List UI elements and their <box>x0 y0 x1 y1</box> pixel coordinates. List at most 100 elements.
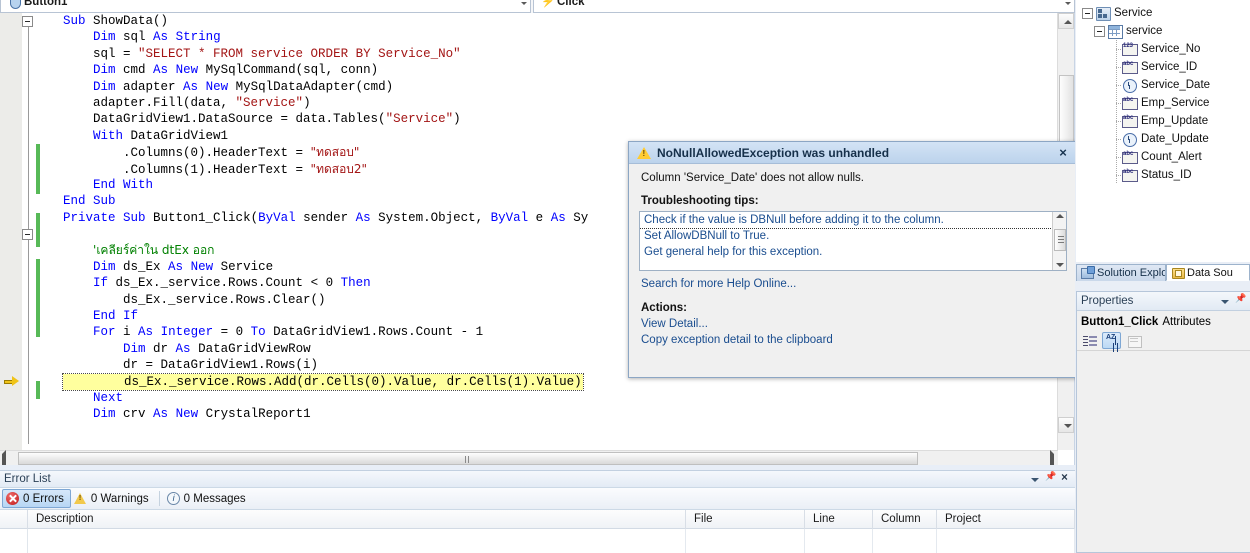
tree-expander-icon[interactable] <box>1082 7 1093 19</box>
panel-menu-icon[interactable] <box>1028 472 1041 486</box>
data-sources-tree[interactable]: Service service Service_No Service_ID Servic… <box>1076 0 1250 262</box>
table-row[interactable] <box>28 529 686 553</box>
pin-icon[interactable] <box>1043 471 1056 486</box>
tree-node[interactable]: Count_Alert <box>1076 148 1250 166</box>
chevron-down-icon[interactable] <box>1065 2 1071 5</box>
tip-link-2[interactable]: Get general help for this exception. <box>640 244 1066 260</box>
scroll-left-button[interactable] <box>2 450 6 465</box>
tree-node[interactable]: Service <box>1076 4 1250 22</box>
scroll-down-button[interactable] <box>1058 417 1074 433</box>
tree-node-label: service <box>1126 25 1163 37</box>
alphabetical-button[interactable] <box>1102 332 1121 349</box>
property-pages-button[interactable] <box>1124 332 1143 349</box>
tips-scroll-thumb[interactable] <box>1054 229 1066 251</box>
tree-node[interactable]: Emp_Update <box>1076 112 1250 130</box>
code-token: i <box>115 325 139 340</box>
tree-node[interactable]: Service_Date <box>1076 76 1250 94</box>
event-combo-value: Click <box>557 0 585 8</box>
table-row[interactable] <box>805 529 873 553</box>
warning-icon <box>73 492 87 505</box>
tree-node[interactable]: Date_Update <box>1076 130 1250 148</box>
data-sources-icon <box>1171 267 1185 279</box>
code-token: End <box>63 194 86 209</box>
object-combo-box[interactable]: Button1 <box>0 0 531 13</box>
tab-solution-explorer[interactable]: Solution Explo... <box>1076 264 1166 281</box>
code-token: ds_Ex._service.Rows.Clear() <box>123 292 326 307</box>
chevron-down-icon[interactable] <box>521 2 527 5</box>
code-token: Dim <box>93 79 116 94</box>
column-header-file[interactable]: File <box>686 509 805 529</box>
code-line[interactable]: Dim cmd As New MySqlCommand(sql, conn) <box>43 62 1074 78</box>
code-line[interactable]: sql = "SELECT * FROM service ORDER BY Se… <box>43 46 1074 62</box>
horizontal-scroll-thumb[interactable] <box>18 452 918 465</box>
tree-node[interactable]: Service_No <box>1076 40 1250 58</box>
outline-collapse-showdata[interactable] <box>22 16 33 27</box>
scroll-down-button[interactable] <box>1056 263 1064 267</box>
tree-connector <box>1112 94 1122 112</box>
search-help-online-link[interactable]: Search for more Help Online... <box>641 278 796 290</box>
close-icon[interactable]: × <box>1058 472 1071 486</box>
outline-collapse-buttonclick[interactable] <box>22 229 33 240</box>
view-detail-link[interactable]: View Detail... <box>629 317 1077 333</box>
table-row[interactable] <box>873 529 937 553</box>
code-line[interactable]: DataGridView1.DataSource = data.Tables("… <box>43 111 1074 127</box>
code-line[interactable]: Sub ShowData() <box>43 13 1074 29</box>
tips-scrollbar[interactable] <box>1052 212 1066 270</box>
code-line[interactable]: Dim crv As New CrystalReport1 <box>43 406 1074 422</box>
table-row[interactable] <box>937 529 1075 553</box>
properties-grid[interactable] <box>1077 370 1250 552</box>
errors-filter-button[interactable]: 0 Errors <box>2 489 71 508</box>
messages-filter-button[interactable]: 0 Messages <box>164 489 252 508</box>
panel-menu-icon[interactable] <box>1218 294 1231 308</box>
column-header-project[interactable]: Project <box>937 509 1075 529</box>
table-row[interactable] <box>686 529 805 553</box>
tab-data-sources[interactable]: Data Sou <box>1166 264 1250 281</box>
code-token: Dim <box>93 259 116 274</box>
code-token: ds_Ex._service.Rows.Count < 0 <box>108 276 341 291</box>
column-header-column[interactable]: Column <box>873 509 937 529</box>
code-token: If <box>123 309 139 324</box>
tree-node[interactable]: Service_ID <box>1076 58 1250 76</box>
code-line[interactable]: Dim adapter As New MySqlDataAdapter(cmd) <box>43 79 1074 95</box>
warning-icon <box>637 146 651 160</box>
properties-panel: Properties Button1_Click Attributes <box>1076 291 1250 553</box>
scroll-up-button[interactable] <box>1056 214 1064 218</box>
tree-node[interactable]: Status_ID <box>1076 166 1250 184</box>
outlining-margin[interactable] <box>22 13 35 450</box>
editor-horizontal-scrollbar[interactable] <box>0 450 1058 465</box>
tree-expander-icon[interactable] <box>1094 25 1105 37</box>
scroll-up-button[interactable] <box>1058 13 1074 29</box>
categorized-button[interactable] <box>1080 332 1099 349</box>
tip-link-1[interactable]: Set AllowDBNull to True. <box>640 228 1066 244</box>
code-line[interactable]: Dim sql As String <box>43 29 1074 45</box>
troubleshooting-tips-list[interactable]: Check if the value is DBNull before addi… <box>639 211 1067 271</box>
code-token: ByVal <box>258 210 296 225</box>
event-bolt-icon <box>540 0 555 9</box>
code-line[interactable]: adapter.Fill(data, "Service") <box>43 95 1074 111</box>
error-list-rows[interactable] <box>0 529 1075 553</box>
tree-node[interactable]: Emp_Service <box>1076 94 1250 112</box>
code-line[interactable]: Next <box>43 390 1074 406</box>
scroll-right-button[interactable] <box>1050 450 1054 465</box>
warnings-filter-button[interactable]: 0 Warnings <box>71 489 155 508</box>
close-icon[interactable]: × <box>1053 144 1073 162</box>
tree-node[interactable]: service <box>1076 22 1250 40</box>
tree-connector <box>1112 112 1122 130</box>
tip-link-0[interactable]: Check if the value is DBNull before addi… <box>640 212 1066 229</box>
pin-icon[interactable] <box>1233 293 1246 308</box>
code-token: "Service" <box>235 95 304 110</box>
code-token: crv <box>115 407 154 422</box>
code-token: ds_Ex <box>115 259 169 274</box>
code-token: MySqlDataAdapter(cmd) <box>228 79 394 94</box>
event-combo-box[interactable]: Click <box>533 0 1075 13</box>
tree-connector <box>1112 76 1122 94</box>
column-header-description[interactable]: Description <box>28 509 686 529</box>
code-token: Then <box>340 276 371 291</box>
shield-icon <box>7 0 21 9</box>
copy-exception-detail-link[interactable]: Copy exception detail to the clipboard <box>629 333 1077 349</box>
properties-title: Properties <box>1081 295 1134 307</box>
column-header-line[interactable]: Line <box>805 509 873 529</box>
